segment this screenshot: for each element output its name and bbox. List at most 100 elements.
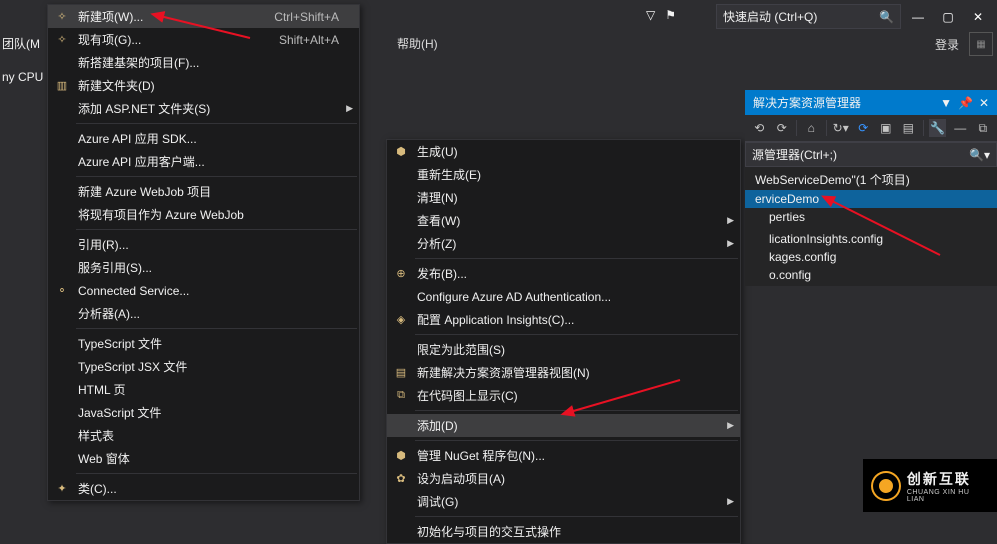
view-icon[interactable]: ⧉ — [975, 119, 992, 137]
menu-item[interactable]: Azure API 应用 SDK... — [48, 127, 359, 150]
menu-item[interactable]: ✿ 设为启动项目(A) — [387, 467, 740, 490]
menu-item[interactable]: 样式表 — [48, 424, 359, 447]
maximize-button[interactable]: ▢ — [935, 7, 961, 27]
menu-item[interactable]: 调试(G)▶ — [387, 490, 740, 513]
menu-item-label: 配置 Application Insights(C)... — [417, 311, 574, 328]
search-icon: 🔍 — [879, 10, 894, 24]
menu-item[interactable]: ⚬Connected Service... — [48, 279, 359, 302]
menu-item[interactable]: Configure Azure AD Authentication... — [387, 285, 740, 308]
menu-item[interactable]: 初始化与项目的交互式操作 — [387, 520, 740, 543]
menu-item-label: 类(C)... — [78, 480, 117, 497]
solution-search-input[interactable]: 源管理器(Ctrl+;) 🔍▾ — [745, 142, 997, 167]
menu-item[interactable]: ✧新建项(W)...Ctrl+Shift+A — [48, 5, 359, 28]
menu-separator — [415, 334, 738, 335]
menu-item[interactable]: Azure API 应用客户端... — [48, 150, 359, 173]
home-icon[interactable]: ⌂ — [803, 119, 820, 137]
menu-item-label: 新建 Azure WebJob 项目 — [78, 183, 211, 200]
menu-item[interactable]: 添加(D)▶ — [387, 414, 740, 437]
cpu-selector[interactable]: ny CPU — [2, 70, 43, 84]
menu-item[interactable]: ⬢生成(U) — [387, 140, 740, 163]
menu-item[interactable]: 新建 Azure WebJob 项目 — [48, 180, 359, 203]
solution-search-placeholder: 源管理器(Ctrl+;) — [752, 146, 837, 163]
close-panel-icon[interactable]: ✕ — [979, 96, 989, 110]
menu-item-label: 样式表 — [78, 427, 114, 444]
tree-row[interactable]: perties — [745, 208, 997, 226]
menu-item[interactable]: ✧现有项(G)...Shift+Alt+A — [48, 28, 359, 51]
menu-item-label: 限定为此范围(S) — [417, 341, 505, 358]
menu-separator — [76, 123, 357, 124]
tree-row[interactable]: licationInsights.config — [745, 230, 997, 248]
menu-item[interactable]: 清理(N) — [387, 186, 740, 209]
menu-item-label: TypeScript 文件 — [78, 335, 162, 352]
menu-item-label: 新建文件夹(D) — [78, 77, 155, 94]
menu-item[interactable]: Web 窗体 — [48, 447, 359, 470]
menu-separator — [76, 176, 357, 177]
collapse-icon[interactable]: ▣ — [878, 119, 895, 137]
menu-item[interactable]: ⧉在代码图上显示(C) — [387, 384, 740, 407]
menu-item-label: JavaScript 文件 — [78, 404, 161, 421]
menu-item[interactable]: 分析(Z)▶ — [387, 232, 740, 255]
filter-icon[interactable]: ▽ — [646, 8, 655, 22]
menu-item[interactable]: ✦类(C)... — [48, 477, 359, 500]
menu-item[interactable]: 新搭建基架的项目(F)... — [48, 51, 359, 74]
menu-team[interactable]: 团队(M — [2, 35, 43, 52]
solution-explorer-title[interactable]: 解决方案资源管理器 ▼ 📌 ✕ — [745, 90, 997, 115]
properties-icon[interactable]: 🔧 — [929, 119, 946, 137]
forward-icon[interactable]: ⟳ — [774, 119, 791, 137]
menu-item[interactable]: 将现有项目作为 Azure WebJob — [48, 203, 359, 226]
refresh-icon[interactable]: ⟳ — [855, 119, 872, 137]
menu-item-label: HTML 页 — [78, 381, 126, 398]
menu-item[interactable]: 查看(W)▶ — [387, 209, 740, 232]
menu-separator — [415, 410, 738, 411]
tree-row[interactable]: WebServiceDemo"(1 个项目) — [745, 169, 997, 190]
menu-item[interactable]: TypeScript JSX 文件 — [48, 355, 359, 378]
add-submenu: ✧新建项(W)...Ctrl+Shift+A✧现有项(G)...Shift+Al… — [47, 4, 360, 501]
menu-item[interactable]: ◈配置 Application Insights(C)... — [387, 308, 740, 331]
menu-item[interactable]: TypeScript 文件 — [48, 332, 359, 355]
tree-row[interactable]: erviceDemo — [745, 190, 997, 208]
menu-item-label: 添加(D) — [417, 417, 458, 434]
preview-icon[interactable]: — — [952, 119, 969, 137]
menu-item[interactable]: ▤新建解决方案资源管理器视图(N) — [387, 361, 740, 384]
tree-row[interactable]: kages.config — [745, 248, 997, 266]
submenu-arrow-icon: ▶ — [727, 238, 734, 249]
menu-item[interactable]: 分析器(A)... — [48, 302, 359, 325]
tree-label: erviceDemo — [755, 192, 819, 206]
menu-item[interactable]: 服务引用(S)... — [48, 256, 359, 279]
menu-item[interactable]: ▥新建文件夹(D) — [48, 74, 359, 97]
minimize-button[interactable]: — — [905, 7, 931, 27]
menu-item-label: 设为启动项目(A) — [417, 470, 505, 487]
menu-item[interactable]: 添加 ASP.NET 文件夹(S)▶ — [48, 97, 359, 120]
menu-item-label: 初始化与项目的交互式操作 — [417, 523, 561, 540]
back-icon[interactable]: ⟲ — [751, 119, 768, 137]
menu-separator — [76, 473, 357, 474]
close-button[interactable]: ✕ — [965, 7, 991, 27]
avatar-icon[interactable]: ▦ — [969, 32, 993, 56]
quick-launch-input[interactable]: 快速启动 (Ctrl+Q) 🔍 — [716, 4, 901, 29]
flag-icon[interactable]: ⚑ — [665, 8, 676, 22]
menu-item-label: 引用(R)... — [78, 236, 129, 253]
menu-separator — [415, 516, 738, 517]
dropdown-icon[interactable]: ▼ — [940, 96, 952, 110]
menu-item[interactable]: ⊕发布(B)... — [387, 262, 740, 285]
menu-item-icon: ✿ — [393, 470, 409, 486]
sync-icon[interactable]: ↻▾ — [832, 119, 849, 137]
menu-item-label: 服务引用(S)... — [78, 259, 152, 276]
pin-icon[interactable]: 📌 — [958, 96, 973, 110]
brand-watermark: 创新互联 CHUANG XIN HU LIAN — [863, 459, 997, 512]
menu-item[interactable]: ⬢管理 NuGet 程序包(N)... — [387, 444, 740, 467]
menu-item[interactable]: HTML 页 — [48, 378, 359, 401]
menu-help[interactable]: 帮助(H) — [397, 35, 438, 52]
menu-item-icon: ⬢ — [393, 143, 409, 159]
login-link[interactable]: 登录 — [935, 36, 959, 53]
show-all-icon[interactable]: ▤ — [900, 119, 917, 137]
solution-explorer-panel: 解决方案资源管理器 ▼ 📌 ✕ ⟲ ⟳ ⌂ ↻▾ ⟳ ▣ ▤ 🔧 — ⧉ 源管理… — [745, 90, 997, 286]
tree-row[interactable]: o.config — [745, 266, 997, 284]
menu-item[interactable]: JavaScript 文件 — [48, 401, 359, 424]
menu-item-label: 管理 NuGet 程序包(N)... — [417, 447, 545, 464]
menu-item-icon: ⚬ — [54, 282, 70, 298]
menu-item[interactable]: 重新生成(E) — [387, 163, 740, 186]
menu-item-label: 将现有项目作为 Azure WebJob — [78, 206, 244, 223]
menu-item[interactable]: 引用(R)... — [48, 233, 359, 256]
menu-item[interactable]: 限定为此范围(S) — [387, 338, 740, 361]
